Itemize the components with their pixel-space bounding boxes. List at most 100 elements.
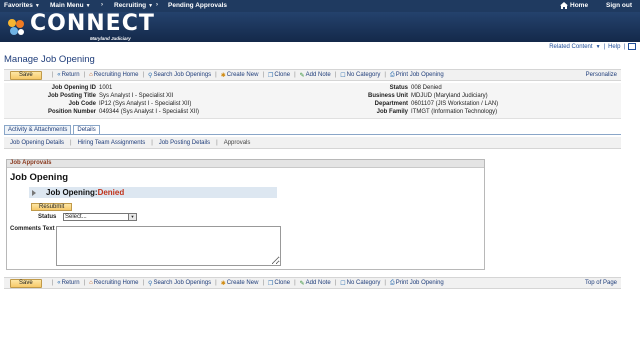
home-icon: ⌂ bbox=[89, 72, 93, 78]
job-code-label: Job Code bbox=[68, 101, 96, 107]
status-field-label: Status bbox=[38, 214, 57, 220]
add-note-link[interactable]: ✎ Add Note bbox=[300, 280, 331, 287]
toolbar-sep: | bbox=[83, 72, 86, 78]
logo-icon bbox=[8, 19, 24, 35]
subtab-sep: | bbox=[216, 139, 218, 146]
return-link[interactable]: «Return bbox=[57, 280, 79, 286]
subtab-job-opening-details[interactable]: Job Opening Details bbox=[10, 140, 64, 146]
breadcrumb-recruiting-label: Recruiting bbox=[114, 2, 147, 9]
create-new-link[interactable]: ✱ Create New bbox=[221, 280, 259, 287]
search-job-openings-link[interactable]: ⚲ Search Job Openings bbox=[148, 72, 211, 79]
print-icon: ⎙ bbox=[389, 279, 395, 286]
home-icon bbox=[560, 2, 568, 9]
search-job-openings-link[interactable]: ⚲ Search Job Openings bbox=[148, 280, 211, 287]
return-label: Return bbox=[61, 72, 80, 78]
breadcrumb-pending-approvals-label: Pending Approvals bbox=[168, 2, 227, 9]
subtab-job-posting-details[interactable]: Job Posting Details bbox=[159, 140, 210, 146]
toolbar-sep: | bbox=[51, 280, 54, 286]
chevron-down-icon: ▼ bbox=[148, 2, 154, 9]
status-select[interactable]: Select... ▼ bbox=[63, 213, 137, 221]
favorites-label: Favorites bbox=[4, 2, 33, 9]
save-button[interactable]: Save bbox=[10, 70, 42, 80]
position-number-label: Position Number bbox=[47, 109, 96, 115]
job-opening-id-row: Job Opening ID 1001 bbox=[4, 85, 113, 91]
job-approvals-header: Job Approvals bbox=[7, 160, 484, 168]
home-icon: ⌂ bbox=[89, 280, 93, 286]
search-job-openings-label: Search Job Openings bbox=[153, 280, 212, 286]
add-note-icon: ✎ bbox=[299, 72, 305, 79]
search-icon: ⚲ bbox=[148, 280, 153, 287]
subtab-approvals: Approvals bbox=[223, 139, 251, 146]
approval-status-bar[interactable]: Job Opening: Denied bbox=[29, 187, 277, 198]
subtab-sep: | bbox=[70, 139, 72, 146]
chevron-down-icon[interactable]: ▼ bbox=[128, 214, 136, 220]
department-row: Department 0601107 (JIS Workstation / LAN… bbox=[318, 101, 499, 107]
help-link[interactable]: Help bbox=[608, 44, 620, 50]
toolbar-sep: | bbox=[384, 72, 386, 78]
print-job-opening-link[interactable]: ⎙ Print Job Opening bbox=[390, 280, 444, 287]
new-window-icon[interactable] bbox=[628, 43, 636, 50]
department-label: Department bbox=[374, 101, 408, 107]
breadcrumb-recruiting[interactable]: Recruiting ▼ bbox=[114, 2, 153, 9]
return-label: Return bbox=[61, 280, 80, 286]
business-unit-value: MDJUD (Maryland Judiciary) bbox=[411, 93, 488, 99]
search-job-openings-label: Search Job Openings bbox=[153, 72, 212, 78]
job-family-label: Job Family bbox=[376, 109, 408, 115]
no-category-link[interactable]: ☐ No Category bbox=[340, 280, 380, 287]
print-icon: ⎙ bbox=[389, 71, 395, 78]
subtab-bar: Job Opening Details | Hiring Team Assign… bbox=[4, 137, 621, 149]
main-menu-label: Main Menu bbox=[50, 2, 84, 9]
toolbar-sep: | bbox=[215, 280, 217, 286]
related-content-chevron-icon[interactable]: ▼ bbox=[596, 44, 601, 50]
create-new-link[interactable]: ✱ Create New bbox=[221, 72, 259, 79]
favorites-menu[interactable]: Favorites ▼ bbox=[4, 2, 40, 9]
related-content-link[interactable]: Related Content bbox=[549, 44, 592, 50]
bottom-toolbar: Save | «Return | ⌂ Recruiting Home | ⚲ Sea… bbox=[4, 277, 621, 289]
toolbar-sep: | bbox=[294, 72, 296, 78]
save-button[interactable]: Save bbox=[10, 278, 42, 288]
category-icon: ☐ bbox=[340, 280, 346, 287]
clone-icon: ❐ bbox=[268, 72, 274, 79]
job-posting-title-row: Job Posting Title Sys Analyst I - Special… bbox=[4, 93, 174, 99]
job-family-row: Job Family ITMGT (Information Technology) bbox=[318, 109, 498, 115]
subtab-hiring-team-assignments[interactable]: Hiring Team Assignments bbox=[78, 140, 146, 146]
tab-underline bbox=[4, 134, 621, 135]
main-menu[interactable]: Main Menu ▼ bbox=[50, 2, 91, 9]
breadcrumb-sep-2: › bbox=[156, 2, 158, 8]
personalize-link[interactable]: Personalize bbox=[586, 72, 617, 78]
clone-link[interactable]: ❐ Clone bbox=[268, 280, 290, 287]
utility-sep: | bbox=[623, 43, 625, 50]
recruiting-home-link[interactable]: ⌂ Recruiting Home bbox=[89, 280, 138, 286]
print-job-opening-label: Print Job Opening bbox=[395, 72, 444, 78]
return-icon: « bbox=[57, 72, 61, 78]
no-category-link[interactable]: ☐ No Category bbox=[340, 72, 380, 79]
no-category-label: No Category bbox=[346, 72, 381, 78]
subtab-sep: | bbox=[151, 139, 153, 146]
approval-bar-status: Denied bbox=[97, 188, 125, 197]
department-value: 0601107 (JIS Workstation / LAN) bbox=[411, 101, 499, 107]
home-link[interactable]: Home bbox=[560, 2, 588, 9]
job-approvals-section: Job Approvals Job Opening Job Opening: D… bbox=[6, 159, 485, 270]
recruiting-home-link[interactable]: ⌂ Recruiting Home bbox=[89, 72, 138, 78]
recruiting-home-label: Recruiting Home bbox=[93, 280, 139, 286]
job-posting-title-label: Job Posting Title bbox=[47, 93, 96, 99]
clone-link[interactable]: ❐ Clone bbox=[268, 72, 290, 79]
search-icon: ⚲ bbox=[148, 72, 153, 79]
create-new-icon: ✱ bbox=[220, 72, 226, 79]
signout-link[interactable]: Sign out bbox=[606, 2, 632, 9]
top-toolbar: Save | «Return | ⌂ Recruiting Home | ⚲ Sea… bbox=[4, 69, 621, 81]
breadcrumb-arrow-icon: › bbox=[156, 2, 158, 8]
comments-textarea[interactable] bbox=[56, 226, 281, 266]
toolbar-sep: | bbox=[334, 72, 337, 78]
return-link[interactable]: «Return bbox=[57, 72, 79, 78]
toolbar-sep: | bbox=[142, 280, 145, 286]
expand-triangle-icon[interactable] bbox=[32, 189, 36, 196]
toolbar-sep: | bbox=[262, 280, 264, 286]
resubmit-button[interactable]: Resubmit bbox=[31, 203, 73, 211]
breadcrumb-pending-approvals[interactable]: Pending Approvals bbox=[168, 2, 227, 9]
print-job-opening-link[interactable]: ⎙ Print Job Opening bbox=[390, 72, 444, 79]
top-of-page-link[interactable]: Top of Page bbox=[585, 280, 617, 286]
no-category-label: No Category bbox=[346, 280, 381, 286]
add-note-label: Add Note bbox=[305, 72, 331, 78]
add-note-link[interactable]: ✎ Add Note bbox=[300, 72, 331, 79]
